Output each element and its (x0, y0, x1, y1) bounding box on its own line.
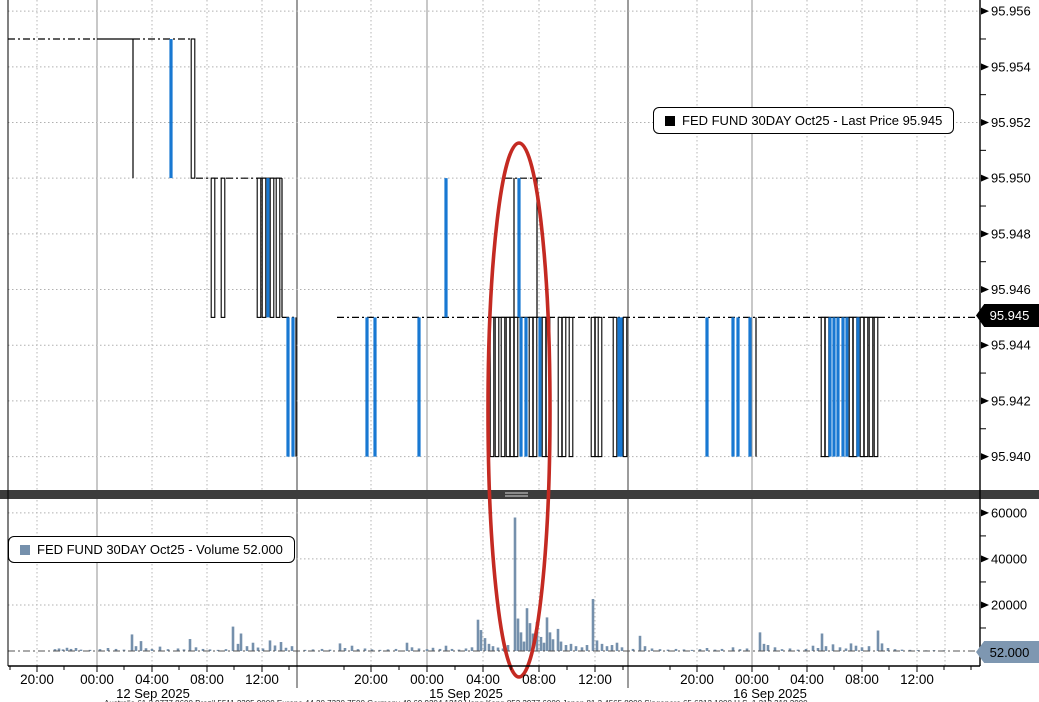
price-bar-hollow (191, 39, 195, 178)
volume-series-swatch-icon (20, 545, 30, 555)
price-bar-hollow (262, 178, 266, 317)
price-bar-hollow (869, 317, 873, 456)
price-axis-tick-label: 95.954 (991, 59, 1031, 74)
x-axis-hour-label: 00:00 (410, 672, 444, 687)
price-bar-hollow (864, 317, 868, 456)
fed-funds-futures-chart-window: 95.956 95.954 95.952 95.950 95.948 95.946 95.9… (0, 0, 1039, 702)
chart-canvas[interactable]: 95.956 95.954 95.952 95.950 95.948 95.946 95.9… (0, 0, 1039, 702)
price-bar-hollow (598, 317, 602, 456)
price-bar-hollow (613, 317, 617, 456)
price-axis-tick-label: 95.952 (991, 115, 1031, 130)
price-bar-hollow (514, 317, 518, 456)
x-axis-hour-label: 00:00 (735, 672, 769, 687)
x-axis-hour-label: 20:00 (680, 672, 714, 687)
price-series-legend-label: FED FUND 30DAY Oct25 - Last Price 95.945 (682, 113, 942, 128)
price-bar-hollow (849, 317, 853, 456)
price-bar-hollow (623, 317, 627, 456)
price-axis-tick-label: 95.940 (991, 449, 1031, 464)
x-axis-hour-label: 12:00 (578, 672, 612, 687)
price-bar-hollow (591, 317, 595, 456)
volume-series-legend: FED FUND 30DAY Oct25 - Volume 52.000 (8, 536, 295, 563)
price-bar-hollow (270, 178, 274, 317)
volume-axis-tick-label: 20000 (991, 597, 1027, 612)
price-series-swatch-icon (665, 116, 675, 126)
x-axis-hour-label: 04:00 (466, 672, 500, 687)
price-bar-hollow (825, 317, 829, 456)
last-price-badge: 95.945 (976, 304, 1039, 327)
price-bar-hollow (506, 317, 510, 456)
x-axis-hour-label: 08:00 (190, 672, 224, 687)
volume-axis-tick-label: 40000 (991, 551, 1027, 566)
price-axis-tick-label: 95.948 (991, 226, 1031, 241)
price-bar-hollow (860, 317, 864, 456)
price-bar-hollow (533, 317, 537, 456)
x-axis-hour-label: 08:00 (845, 672, 879, 687)
price-axis-tick-label: 95.950 (991, 171, 1031, 186)
price-bar-hollow (501, 317, 505, 456)
x-axis-hour-label: 00:00 (80, 672, 114, 687)
price-series-legend: FED FUND 30DAY Oct25 - Last Price 95.945 (653, 107, 954, 134)
x-axis-hour-label: 04:00 (790, 672, 824, 687)
price-bar-hollow (562, 317, 566, 456)
x-axis-hour-label: 12:00 (245, 672, 279, 687)
price-bar-hollow (221, 178, 225, 317)
price-axis-tick-label: 95.942 (991, 393, 1031, 408)
price-bar-hollow (529, 317, 533, 456)
price-bar-hollow (257, 178, 261, 317)
panel-splitter-handle[interactable] (0, 490, 1039, 499)
price-bar-hollow (510, 317, 514, 456)
price-bar-hollow (276, 178, 280, 317)
last-volume-badge: 52.000 (976, 641, 1039, 663)
x-axis-hour-label: 12:00 (900, 672, 934, 687)
price-bar-hollow (542, 317, 546, 456)
price-bar-hollow (558, 317, 562, 456)
x-axis-hour-label: 20:00 (354, 672, 388, 687)
price-bar-hollow (821, 317, 825, 456)
price-bar-hollow (569, 317, 573, 456)
price-axis-tick-label: 95.944 (991, 338, 1031, 353)
price-axis-tick-label: 95.956 (991, 4, 1031, 19)
x-axis-hour-label: 08:00 (522, 672, 556, 687)
volume-series-legend-label: FED FUND 30DAY Oct25 - Volume 52.000 (37, 542, 283, 557)
x-axis-hour-label: 20:00 (20, 672, 54, 687)
price-bar-hollow (211, 178, 215, 317)
price-bar-hollow (853, 317, 857, 456)
price-bar-hollow (874, 317, 878, 456)
volume-axis-tick-label: 60000 (991, 505, 1027, 520)
price-axis-tick-label: 95.946 (991, 282, 1031, 297)
x-axis-hour-label: 04:00 (135, 672, 169, 687)
price-bar-hollow (495, 317, 499, 456)
